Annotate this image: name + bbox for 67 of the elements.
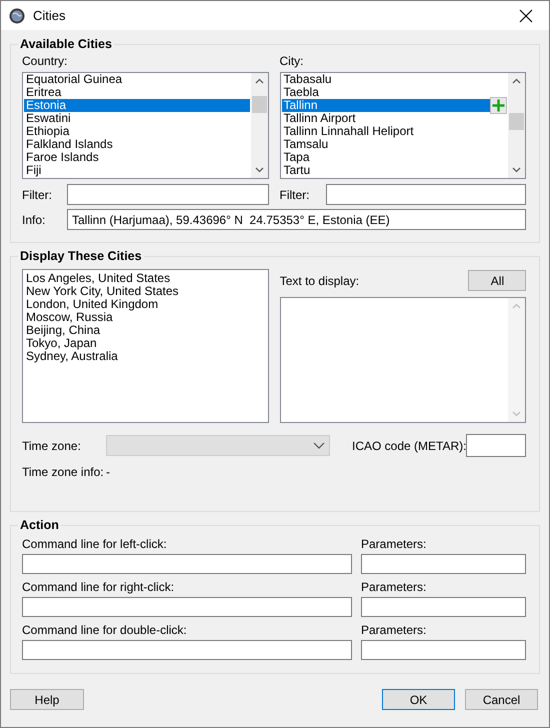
- list-item[interactable]: Falkland Islands: [24, 138, 250, 151]
- icao-field[interactable]: [466, 434, 526, 457]
- list-item[interactable]: Equatorial Guinea: [24, 73, 250, 86]
- list-item[interactable]: Tabasalu: [282, 73, 507, 86]
- field-label: Info:: [22, 212, 46, 226]
- globe-icon: [9, 8, 25, 24]
- list-item[interactable]: Moscow, Russia: [24, 311, 267, 324]
- group-title: Display These Cities: [19, 249, 143, 263]
- field-label: Parameters:: [361, 537, 428, 551]
- field-label: Parameters:: [361, 623, 428, 637]
- list-item[interactable]: Estonia: [24, 99, 250, 112]
- list-item[interactable]: Fiji: [24, 164, 250, 177]
- command-field[interactable]: [22, 597, 352, 617]
- group-title: Available Cities: [19, 37, 113, 51]
- chevron-down-icon: [313, 442, 325, 450]
- list-item[interactable]: Tallinn: [282, 99, 507, 112]
- list-item[interactable]: London, United Kingdom: [24, 298, 267, 311]
- list-item[interactable]: Tallinn Linnahall Heliport: [282, 125, 507, 138]
- text-area[interactable]: [280, 297, 526, 423]
- add-icon[interactable]: [490, 97, 507, 114]
- field-label: City:: [280, 54, 304, 68]
- field-label: Time zone:: [22, 438, 82, 452]
- filter-field[interactable]: [326, 184, 526, 205]
- list-item[interactable]: Tokyo, Japan: [24, 337, 267, 350]
- field-label: Command line for double-click:: [22, 623, 188, 637]
- list-item[interactable]: Ethiopia: [24, 125, 250, 138]
- filter-field[interactable]: [67, 184, 268, 205]
- field-label: ICAO code (METAR):: [352, 438, 466, 452]
- cancel-button[interactable]: Cancel: [465, 689, 538, 710]
- list-box[interactable]: Los Angeles, United States New York City, United States London, United Kingdom Moscow, Russia Beijing, China Tokyo, Japan Sydney, Australia: [22, 269, 269, 423]
- field-label: Text to display:: [280, 274, 360, 288]
- list-box[interactable]: Equatorial Guinea Eritrea Estonia Eswatini Ethiopia Falkland Islands Faroe Islands Fiji: [22, 72, 268, 179]
- list-item[interactable]: Sydney, Australia: [24, 350, 267, 363]
- parameters-field[interactable]: [361, 597, 526, 617]
- scroll-thumb[interactable]: [252, 96, 266, 113]
- parameters-field[interactable]: [361, 640, 526, 660]
- command-field[interactable]: [22, 554, 352, 574]
- list-item[interactable]: New York City, United States: [24, 285, 267, 298]
- field-label: Time zone info:: [22, 465, 105, 479]
- help-button[interactable]: Help: [10, 689, 84, 710]
- window-title: Cities: [33, 8, 66, 23]
- list-item[interactable]: Tallinn Airport: [282, 112, 507, 125]
- field-label: Filter:: [22, 188, 53, 202]
- close-icon: [519, 8, 533, 22]
- list-item[interactable]: Los Angeles, United States: [24, 272, 267, 285]
- field-label: Filter:: [280, 188, 310, 202]
- info-field[interactable]: Tallinn (Harjumaa), 59.43696° N 24.75353° E, Estonia (EE): [67, 209, 526, 230]
- list-item[interactable]: Tamsalu: [282, 138, 507, 151]
- list-box[interactable]: Tabasalu Taebla Tallinn Tallinn Airport Tallinn Linnahall Heliport Tamsalu Tapa Tartu: [280, 72, 526, 179]
- scroll-thumb[interactable]: [509, 113, 524, 130]
- field-label: Country:: [22, 54, 68, 68]
- field-label: Command line for left-click:: [22, 537, 168, 551]
- list-item[interactable]: Eritrea: [24, 86, 250, 99]
- field-label: Parameters:: [361, 580, 428, 594]
- list-item[interactable]: Tapa: [282, 151, 507, 164]
- time-zone-info-value: -: [106, 465, 110, 479]
- list-item[interactable]: Eswatini: [24, 112, 250, 125]
- command-field[interactable]: [22, 640, 352, 660]
- group-title: Action: [19, 518, 60, 532]
- list-item[interactable]: Faroe Islands: [24, 151, 250, 164]
- list-item[interactable]: Tartu: [282, 164, 507, 177]
- list-item[interactable]: Taebla: [282, 86, 507, 99]
- ok-button[interactable]: OK: [382, 689, 455, 710]
- field-label: Command line for right-click:: [22, 580, 176, 594]
- parameters-field[interactable]: [361, 554, 526, 574]
- all-button[interactable]: All: [468, 270, 526, 291]
- list-item[interactable]: Beijing, China: [24, 324, 267, 337]
